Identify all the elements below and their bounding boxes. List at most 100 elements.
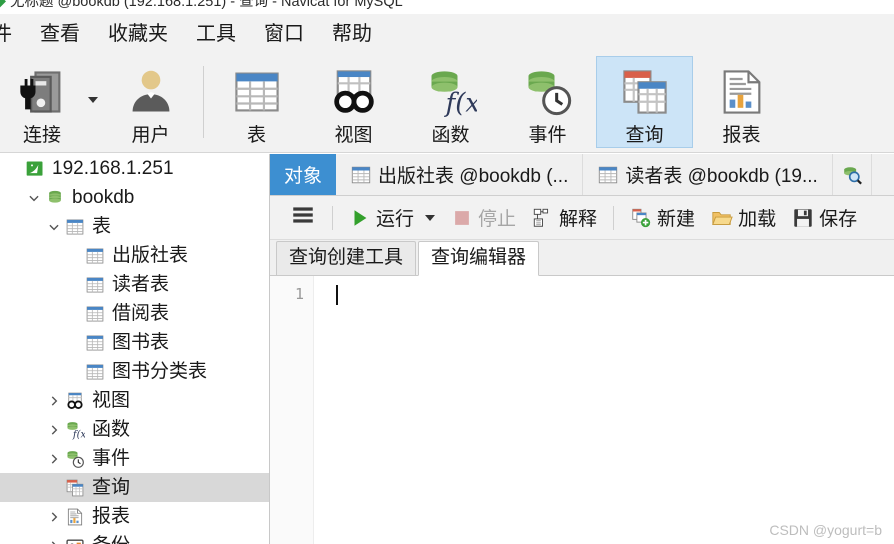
tree-node-queries[interactable]: 查询 <box>0 473 269 502</box>
navicat-logo-icon <box>0 0 6 8</box>
tree-node-table-book[interactable]: 图书表 <box>0 328 269 357</box>
tree-node-views-label: 视图 <box>92 390 131 411</box>
query-subtabs: 查询创建工具 查询编辑器 <box>270 240 894 276</box>
menu-file[interactable]: 件 <box>0 14 26 54</box>
run-button[interactable]: 运行 <box>341 200 443 236</box>
play-icon <box>349 207 371 229</box>
folder-open-icon <box>711 207 733 229</box>
tab-publisher-table-label: 出版社表 @bookdb (... <box>378 166 569 187</box>
svg-text:f(x): f(x) <box>72 429 85 440</box>
editor-code-area[interactable] <box>314 276 894 544</box>
menu-help[interactable]: 帮助 <box>318 14 386 54</box>
tree-node-table-book-category[interactable]: 图书分类表 <box>0 357 269 386</box>
ribbon-separator <box>203 66 204 138</box>
function-fx-icon: f(x) <box>64 420 86 440</box>
watermark: CSDN @yogurt=b <box>769 522 882 538</box>
title-bar: 无标题 @bookdb (192.168.1.251) - 查询 - Navic… <box>0 0 894 14</box>
chevron-down-icon[interactable] <box>24 191 44 205</box>
connection-icon <box>16 65 68 118</box>
tab-objects[interactable]: 对象 <box>270 154 337 195</box>
svg-text:f(x): f(x) <box>443 88 476 118</box>
mysql-connection-icon <box>24 159 46 179</box>
backup-icon <box>64 536 86 544</box>
table-icon <box>231 65 283 118</box>
connection-dropdown-caret[interactable] <box>84 54 102 146</box>
chevron-right-icon[interactable] <box>44 394 64 408</box>
tab-strip: 对象 出版社表 @bookdb (... 读者表 @bookdb (19... <box>270 154 894 196</box>
ribbon-report[interactable]: 报表 <box>693 56 790 148</box>
chevron-right-icon[interactable] <box>44 452 64 466</box>
tree-node-table-publisher[interactable]: 出版社表 <box>0 241 269 270</box>
tree-node-table-book-label: 图书表 <box>112 332 170 353</box>
chevron-right-icon[interactable] <box>44 539 64 544</box>
explain-button-label: 解释 <box>559 209 598 230</box>
tree-node-backups[interactable]: 备份 <box>0 531 269 544</box>
tree-node-table-reader-label: 读者表 <box>112 274 170 295</box>
tree-node-table-borrow[interactable]: 借阅表 <box>0 299 269 328</box>
report-chart-icon <box>716 65 768 118</box>
query-icon <box>619 65 671 118</box>
ribbon-user-label: 用户 <box>131 125 170 146</box>
tree-node-table-reader[interactable]: 读者表 <box>0 270 269 299</box>
save-button-label: 保存 <box>819 209 858 230</box>
ribbon-table[interactable]: 表 <box>208 56 305 148</box>
chevron-right-icon[interactable] <box>44 510 64 524</box>
explain-icon <box>532 207 554 229</box>
chevron-down-icon <box>88 97 98 103</box>
query-menu-button[interactable] <box>282 200 324 236</box>
editor-gutter: 1 <box>270 276 314 544</box>
tree-node-table-publisher-label: 出版社表 <box>112 245 189 266</box>
ribbon-view-label: 视图 <box>334 125 373 146</box>
tree-node-database-bookdb-label: bookdb <box>72 187 135 208</box>
tree-node-events[interactable]: 事件 <box>0 444 269 473</box>
tab-query-untitled[interactable] <box>833 154 872 195</box>
ribbon-event[interactable]: 事件 <box>499 56 596 148</box>
menu-tools[interactable]: 工具 <box>182 14 250 54</box>
new-button-label: 新建 <box>657 209 696 230</box>
tree-node-backups-label: 备份 <box>92 531 130 544</box>
tab-reader-table-label: 读者表 @bookdb (19... <box>625 166 818 187</box>
table-icon <box>84 304 106 324</box>
tab-publisher-table[interactable]: 出版社表 @bookdb (... <box>336 154 584 195</box>
hamburger-menu-icon <box>290 202 316 234</box>
ribbon-function-label: 函数 <box>431 125 470 146</box>
tree-node-reports[interactable]: 报表 <box>0 502 269 531</box>
load-button[interactable]: 加载 <box>703 200 784 236</box>
run-dropdown-caret[interactable] <box>425 214 436 221</box>
report-chart-icon <box>64 507 86 527</box>
tree-node-server[interactable]: 192.168.1.251 <box>0 154 269 183</box>
ribbon-connection[interactable]: 连接 <box>0 56 84 148</box>
ribbon-event-label: 事件 <box>528 125 567 146</box>
tree-node-tables[interactable]: 表 <box>0 212 269 241</box>
tree-node-views[interactable]: 视图 <box>0 386 269 415</box>
tree-node-database-bookdb[interactable]: bookdb <box>0 183 269 212</box>
line-number: 1 <box>294 285 304 303</box>
save-button[interactable]: 保存 <box>784 200 865 236</box>
object-tree-sidebar[interactable]: 192.168.1.251 bookdb 表出版社表读者表借阅表图书表图书分类表视图… <box>0 154 270 544</box>
ribbon-query[interactable]: 查询 <box>596 56 693 148</box>
subtab-query-builder[interactable]: 查询创建工具 <box>276 241 417 275</box>
tree-node-server-label: 192.168.1.251 <box>52 158 174 179</box>
new-button[interactable]: 新建 <box>622 200 703 236</box>
explain-button[interactable]: 解释 <box>524 200 605 236</box>
sql-editor[interactable]: 1 CSDN @yogurt=b <box>270 276 894 544</box>
tree-node-queries-label: 查询 <box>92 477 131 498</box>
floppy-save-icon <box>792 207 814 229</box>
ribbon-function[interactable]: f(x) 函数 <box>402 56 499 148</box>
ribbon-user[interactable]: 用户 <box>102 56 199 148</box>
ribbon-query-label: 查询 <box>625 125 664 146</box>
ribbon-table-label: 表 <box>246 125 266 146</box>
tree-node-functions[interactable]: f(x) 函数 <box>0 415 269 444</box>
chevron-right-icon[interactable] <box>44 423 64 437</box>
ribbon-view[interactable]: 视图 <box>305 56 402 148</box>
tab-reader-table[interactable]: 读者表 @bookdb (19... <box>583 154 833 195</box>
tree-node-table-borrow-label: 借阅表 <box>112 303 170 324</box>
database-icon <box>44 188 66 208</box>
menu-view[interactable]: 查看 <box>26 14 94 54</box>
toolbar-separator <box>332 205 333 230</box>
subtab-query-editor[interactable]: 查询编辑器 <box>418 241 540 276</box>
menu-window[interactable]: 窗口 <box>250 14 318 54</box>
menu-favorites[interactable]: 收藏夹 <box>94 14 182 54</box>
chevron-down-icon[interactable] <box>44 220 64 234</box>
tree-node-reports-label: 报表 <box>92 506 131 527</box>
